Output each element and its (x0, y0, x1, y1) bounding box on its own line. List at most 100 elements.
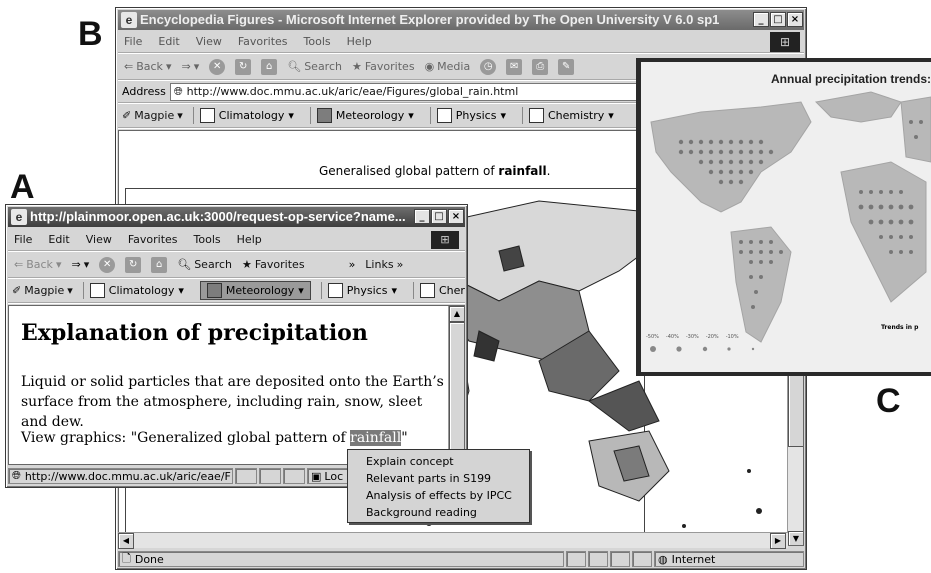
menu-favorites[interactable]: Favorites (128, 233, 178, 246)
magpie-button[interactable]: ✐ Magpie ▾ (122, 109, 183, 122)
close-button[interactable]: × (448, 209, 464, 224)
search-button[interactable]: 🔍︎ Search (177, 258, 232, 271)
menu-tools[interactable]: Tools (304, 35, 331, 48)
menu-file[interactable]: File (14, 233, 32, 246)
menu-item-explain-concept[interactable]: Explain concept (348, 453, 529, 470)
refresh-icon[interactable]: ↻ (125, 256, 142, 273)
menu-item-ipcc-analysis[interactable]: Analysis of effects by IPCC (348, 487, 529, 504)
panel-label-a: A (10, 168, 35, 206)
panel-label-c: C (876, 382, 901, 420)
page-icon: 🌐︎ (12, 469, 21, 482)
forward-arrow-icon: ⇒ (181, 60, 191, 73)
stop-icon[interactable]: ✕ (99, 256, 116, 273)
media-icon: ◉ (424, 60, 435, 73)
menu-view[interactable]: View (196, 35, 222, 48)
forward-button[interactable]: ⇒ ▾ (181, 60, 199, 73)
back-button[interactable]: ⇐ Back ▾ (124, 60, 171, 73)
magpie-icon: ✐ (122, 109, 132, 122)
map-legend: Trends in p -50% -40% -30% -20% -10% (641, 322, 931, 362)
scroll-right-button[interactable]: ▶ (770, 533, 786, 549)
scroll-left-button[interactable]: ◀ (118, 533, 134, 549)
menu-favorites[interactable]: Favorites (238, 35, 288, 48)
scroll-thumb[interactable] (449, 322, 464, 450)
edit-icon[interactable]: ✎ (558, 58, 575, 75)
links-toolbar: ✐ Magpie ▾ Climatology ▾ Meteorology ▾ Ph… (8, 279, 465, 303)
home-icon[interactable]: ⌂ (151, 256, 168, 273)
status-cell (632, 551, 652, 567)
mail-icon[interactable]: ✉ (506, 58, 523, 75)
title-bar[interactable]: e Encyclopedia Figures - Microsoft Inter… (118, 10, 804, 30)
favorites-button[interactable]: ★ Favorites (352, 60, 415, 73)
home-icon[interactable]: ⌂ (261, 58, 278, 75)
panel-label-b: B (78, 15, 103, 53)
forward-button[interactable]: ⇒ ▾ (71, 258, 89, 271)
climatology-toggle[interactable]: Climatology ▾ (82, 282, 190, 299)
status-cell (588, 551, 608, 567)
status-cell (566, 551, 586, 567)
forward-arrow-icon: ⇒ (71, 258, 81, 271)
magpie-icon: ✐ (12, 284, 22, 297)
scroll-down-button[interactable]: ▼ (788, 531, 803, 545)
window-controls: _ □ × (753, 12, 803, 27)
history-icon[interactable]: ◷ (480, 58, 497, 75)
precipitation-trends-map: Annual precipitation trends: Trends in p… (641, 62, 931, 372)
menu-edit[interactable]: Edit (158, 35, 179, 48)
legend-swatches (650, 346, 755, 352)
windows-logo-icon: ⊞ (431, 231, 459, 249)
context-menu: Explain concept Relevant parts in S199 A… (347, 449, 530, 523)
refresh-icon[interactable]: ↻ (235, 58, 252, 75)
menu-help[interactable]: Help (347, 35, 372, 48)
toolbar-overflow-icon[interactable]: » (349, 258, 356, 271)
status-cell (235, 468, 257, 484)
maximize-button[interactable]: □ (431, 209, 447, 224)
title-bar[interactable]: e http://plainmoor.open.ac.uk:3000/reque… (8, 207, 465, 227)
legend-title: Trends in p (881, 324, 919, 331)
links-button[interactable]: Links » (365, 258, 403, 271)
status-cell (259, 468, 281, 484)
status-cell (283, 468, 305, 484)
maximize-button[interactable]: □ (770, 12, 786, 27)
highlighted-term[interactable]: rainfall (350, 430, 402, 446)
magpie-button[interactable]: ✐ Magpie ▾ (12, 284, 73, 297)
ie-logo-icon: e (11, 209, 27, 225)
menu-help[interactable]: Help (237, 233, 262, 246)
window-title: Encyclopedia Figures - Microsoft Interne… (140, 12, 720, 27)
meteorology-toggle[interactable]: Meteorology ▾ (309, 107, 420, 124)
menu-edit[interactable]: Edit (48, 233, 69, 246)
horizontal-scrollbar[interactable]: ◀ ▶ (118, 532, 788, 549)
back-arrow-icon: ⇐ (124, 60, 134, 73)
favorites-button[interactable]: ★ Favorites (242, 258, 305, 271)
chemistry-toggle[interactable]: Chemistry ▾ (522, 107, 620, 124)
stop-icon[interactable]: ✕ (209, 58, 226, 75)
checkbox-icon (436, 108, 452, 123)
menu-view[interactable]: View (86, 233, 112, 246)
vertical-scrollbar[interactable]: ▲ (448, 306, 464, 464)
page-icon: 🌐︎ (173, 84, 183, 98)
minimize-button[interactable]: _ (753, 12, 769, 27)
menu-file[interactable]: File (124, 35, 142, 48)
checkbox-icon (327, 283, 343, 298)
back-button[interactable]: ⇐ Back ▾ (14, 258, 61, 271)
meteorology-toggle[interactable]: Meteorology ▾ (199, 281, 311, 300)
menu-tools[interactable]: Tools (194, 233, 221, 246)
search-button[interactable]: 🔍︎ Search (287, 60, 342, 73)
scroll-up-button[interactable]: ▲ (449, 306, 464, 322)
status-bar: 🗋︎ Done ◍ Internet (118, 550, 804, 568)
menu-item-background-reading[interactable]: Background reading (348, 504, 529, 521)
chemistry-toggle[interactable]: Cher » (413, 282, 465, 299)
status-cell (610, 551, 630, 567)
physics-toggle[interactable]: Physics ▾ (429, 107, 512, 124)
media-button[interactable]: ◉ Media (425, 60, 471, 73)
physics-toggle[interactable]: Physics ▾ (320, 282, 403, 299)
definition-text: Liquid or solid particles that are depos… (21, 374, 444, 430)
print-icon[interactable]: ⎙ (532, 58, 549, 75)
computer-icon: ▣ (311, 469, 322, 483)
security-zone: ◍ Internet (654, 551, 804, 567)
close-button[interactable]: × (787, 12, 803, 27)
menu-item-relevant-parts[interactable]: Relevant parts in S199 (348, 470, 529, 487)
page-done-icon: 🗋︎ (122, 551, 131, 565)
favorites-icon: ★ (351, 60, 362, 73)
minimize-button[interactable]: _ (414, 209, 430, 224)
climatology-toggle[interactable]: Climatology ▾ (192, 107, 300, 124)
status-text: 🌐︎ http://www.doc.mmu.ac.uk/aric/eae/F (8, 468, 233, 484)
